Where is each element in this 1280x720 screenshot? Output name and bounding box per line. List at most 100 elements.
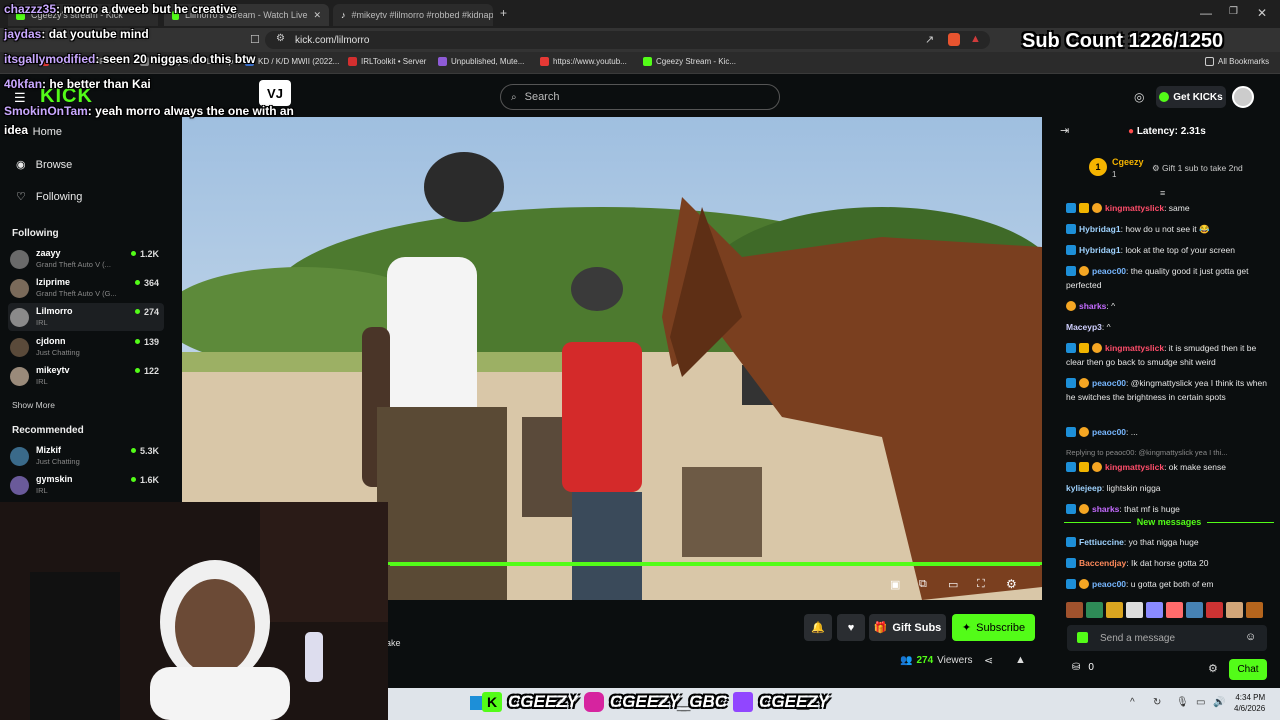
chat-input[interactable]: Send a message [1067, 625, 1267, 651]
chat-username[interactable]: peaoc00 [1092, 266, 1126, 276]
chat-settings-icon[interactable]: ⚙ [1208, 662, 1218, 675]
bookmark-item[interactable]: https://www.youtub... [540, 57, 627, 66]
chat-username[interactable]: peaoc00 [1092, 579, 1126, 589]
fullscreen-icon[interactable]: ⛶ [977, 578, 985, 591]
tray-chevron-icon[interactable]: ^ [1130, 697, 1135, 708]
chat-username[interactable]: Hybridag1 [1079, 224, 1121, 234]
sidebar-channel[interactable]: zaayy Grand Theft Auto V (... 1.2K [10, 247, 162, 273]
chat-message[interactable]: peaoc00: @kingmattyslick yea I think its… [1066, 376, 1272, 404]
chat-message[interactable]: sharks: that mf is huge [1066, 502, 1272, 516]
emote-icon[interactable] [1246, 602, 1263, 618]
pip-icon[interactable]: ⧉ [919, 578, 927, 591]
sidebar-channel[interactable]: cjdonn Just Chatting 139 [10, 335, 162, 361]
chat-username[interactable]: sharks [1079, 301, 1106, 311]
minimize-icon[interactable]: — [1200, 6, 1212, 20]
kick-emote-icon[interactable] [1077, 632, 1088, 643]
nav-following[interactable]: ♡ Following [16, 190, 82, 204]
chat-message[interactable]: Hybridag1: look at the top of your scree… [1066, 243, 1272, 257]
all-bookmarks[interactable]: All Bookmarks [1205, 57, 1269, 66]
chat-username[interactable]: kyliejeep [1066, 483, 1102, 493]
chat-message[interactable]: Fettiuccine: yo that nigga huge [1066, 535, 1272, 549]
sidebar-channel-active[interactable]: Lilmorro IRL 274 [10, 305, 162, 331]
chat-username[interactable]: Baccendjay [1079, 558, 1126, 568]
chat-username[interactable]: Fettiuccine [1079, 537, 1124, 547]
sidebar-channel[interactable]: gymskin IRL 1.6K [10, 473, 162, 499]
network-icon[interactable]: ▭ [1196, 697, 1205, 708]
emote-icon[interactable] [1066, 602, 1083, 618]
emote-icon[interactable] [1146, 602, 1163, 618]
chat-username[interactable]: Hybridag1 [1079, 245, 1121, 255]
video-progress-bar[interactable] [390, 562, 1040, 566]
theater-mode-icon[interactable]: ▭ [948, 578, 958, 591]
top-gifter-name[interactable]: Cgeezy [1112, 157, 1144, 167]
emote-icon[interactable] [1226, 602, 1243, 618]
sidebar-channel[interactable]: mikeytv IRL 122 [10, 364, 162, 390]
emoji-picker-icon[interactable]: ☺ [1245, 631, 1256, 643]
chat-username[interactable]: peaoc00 [1092, 378, 1126, 388]
url-field[interactable]: kick.com/lilmorro [265, 31, 990, 49]
expand-leaderboard-icon[interactable]: ≡ [1160, 188, 1165, 198]
bookmark-item[interactable]: KD / K/D MWII (2022... [245, 57, 339, 66]
chat-message[interactable]: Baccendjay: Ik dat horse gotta 20 [1066, 556, 1272, 570]
volume-icon[interactable]: 🔊 [1213, 697, 1225, 708]
new-tab-icon[interactable]: + [500, 6, 507, 20]
chat-username[interactable]: kingmattyslick [1105, 343, 1164, 353]
chat-username[interactable]: sharks [1092, 504, 1119, 514]
nav-browse[interactable]: ◉ Browse [16, 158, 72, 172]
get-kicks-button[interactable]: Get KICKs [1156, 86, 1226, 108]
clip-icon[interactable]: ▣ [890, 578, 900, 591]
tray-app-icon[interactable]: ↻ [1153, 697, 1161, 708]
kicks-balance[interactable]: ⛁ 0 [1072, 662, 1094, 673]
chat-message[interactable]: kingmattyslick: it is smudged then it be… [1066, 341, 1272, 369]
follow-button[interactable]: ♥ [837, 614, 865, 641]
chat-message[interactable]: Hybridag1: how do u not see it 😂 [1066, 222, 1272, 236]
bookmark-star-icon[interactable]: ☐ [250, 33, 260, 46]
sidebar-channel[interactable]: Mizkif Just Chatting 5.3K [10, 444, 162, 470]
share-icon[interactable]: ⋖ [984, 654, 993, 667]
chat-message[interactable]: peaoc00: ... [1066, 425, 1272, 439]
chat-username[interactable]: kingmattyslick [1105, 203, 1164, 213]
chat-message[interactable]: peaoc00: u gotta get both of em [1066, 577, 1272, 591]
bookmark-item[interactable]: Unpublished, Mute... [438, 57, 524, 66]
gift-cta[interactable]: ⚙ Gift 1 sub to take 2nd [1152, 163, 1243, 174]
chat-message[interactable]: Maceyp3: ^ [1066, 320, 1272, 334]
browser-tab[interactable]: ♪#mikeytv #lilmorro #robbed #kidnap✕ [333, 4, 493, 26]
sidebar-channel[interactable]: lziprime Grand Theft Auto V (G... 364 [10, 276, 162, 302]
close-tab-icon[interactable]: ✕ [313, 10, 321, 21]
settings-gear-icon[interactable]: ⚙ [1006, 577, 1017, 591]
new-messages-divider[interactable]: New messages [1064, 515, 1275, 529]
collapse-chat-icon[interactable]: ⇥ [1060, 124, 1069, 137]
microphone-icon[interactable]: 🎙 [1176, 697, 1189, 708]
chat-username[interactable]: peaoc00 [1092, 427, 1126, 437]
bookmark-item[interactable]: IRLToolkit • Server [348, 57, 426, 66]
chat-message[interactable]: sharks: ^ [1066, 299, 1272, 313]
emote-icon[interactable] [1186, 602, 1203, 618]
maximize-icon[interactable]: ❐ [1229, 6, 1238, 17]
chat-message[interactable]: kingmattyslick: same [1066, 201, 1272, 215]
emote-icon[interactable] [1166, 602, 1183, 618]
emote-icon[interactable] [1106, 602, 1123, 618]
search-input[interactable]: ⌕ Search [500, 84, 780, 110]
chat-message[interactable]: kingmattyslick: ok make sense [1066, 460, 1272, 474]
bookmark-item[interactable]: Cgeezy Stream - Kic... [643, 57, 736, 66]
chat-username[interactable]: kingmattyslick [1105, 462, 1164, 472]
taskbar-clock[interactable]: 4:34 PM 4/6/2026 [1234, 692, 1265, 714]
emote-icon[interactable] [1206, 602, 1223, 618]
notification-bell-button[interactable]: 🔔 [804, 614, 832, 641]
share-icon[interactable]: ↗ [925, 33, 934, 46]
chat-message[interactable]: kyliejeep: lightskin nigga [1066, 481, 1272, 495]
brave-shield-icon[interactable] [948, 33, 960, 46]
emote-icon[interactable] [1086, 602, 1103, 618]
show-more-link[interactable]: Show More [12, 400, 55, 410]
report-icon[interactable]: ▲ [1015, 654, 1026, 666]
gift-subs-button[interactable]: 🎁 Gift Subs [869, 614, 946, 641]
subscribe-button[interactable]: ✦ Subscribe [952, 614, 1035, 641]
emote-icon[interactable] [1126, 602, 1143, 618]
rewards-icon[interactable]: ▲ [970, 33, 981, 45]
chat-message[interactable]: peaoc00: the quality good it just gotta … [1066, 264, 1272, 292]
chat-send-button[interactable]: Chat [1229, 659, 1267, 680]
close-window-icon[interactable]: ✕ [1257, 6, 1267, 20]
avatar[interactable] [1232, 86, 1254, 108]
chat-username[interactable]: Maceyp3 [1066, 322, 1102, 332]
site-info-icon[interactable]: ⚙ [276, 33, 285, 44]
